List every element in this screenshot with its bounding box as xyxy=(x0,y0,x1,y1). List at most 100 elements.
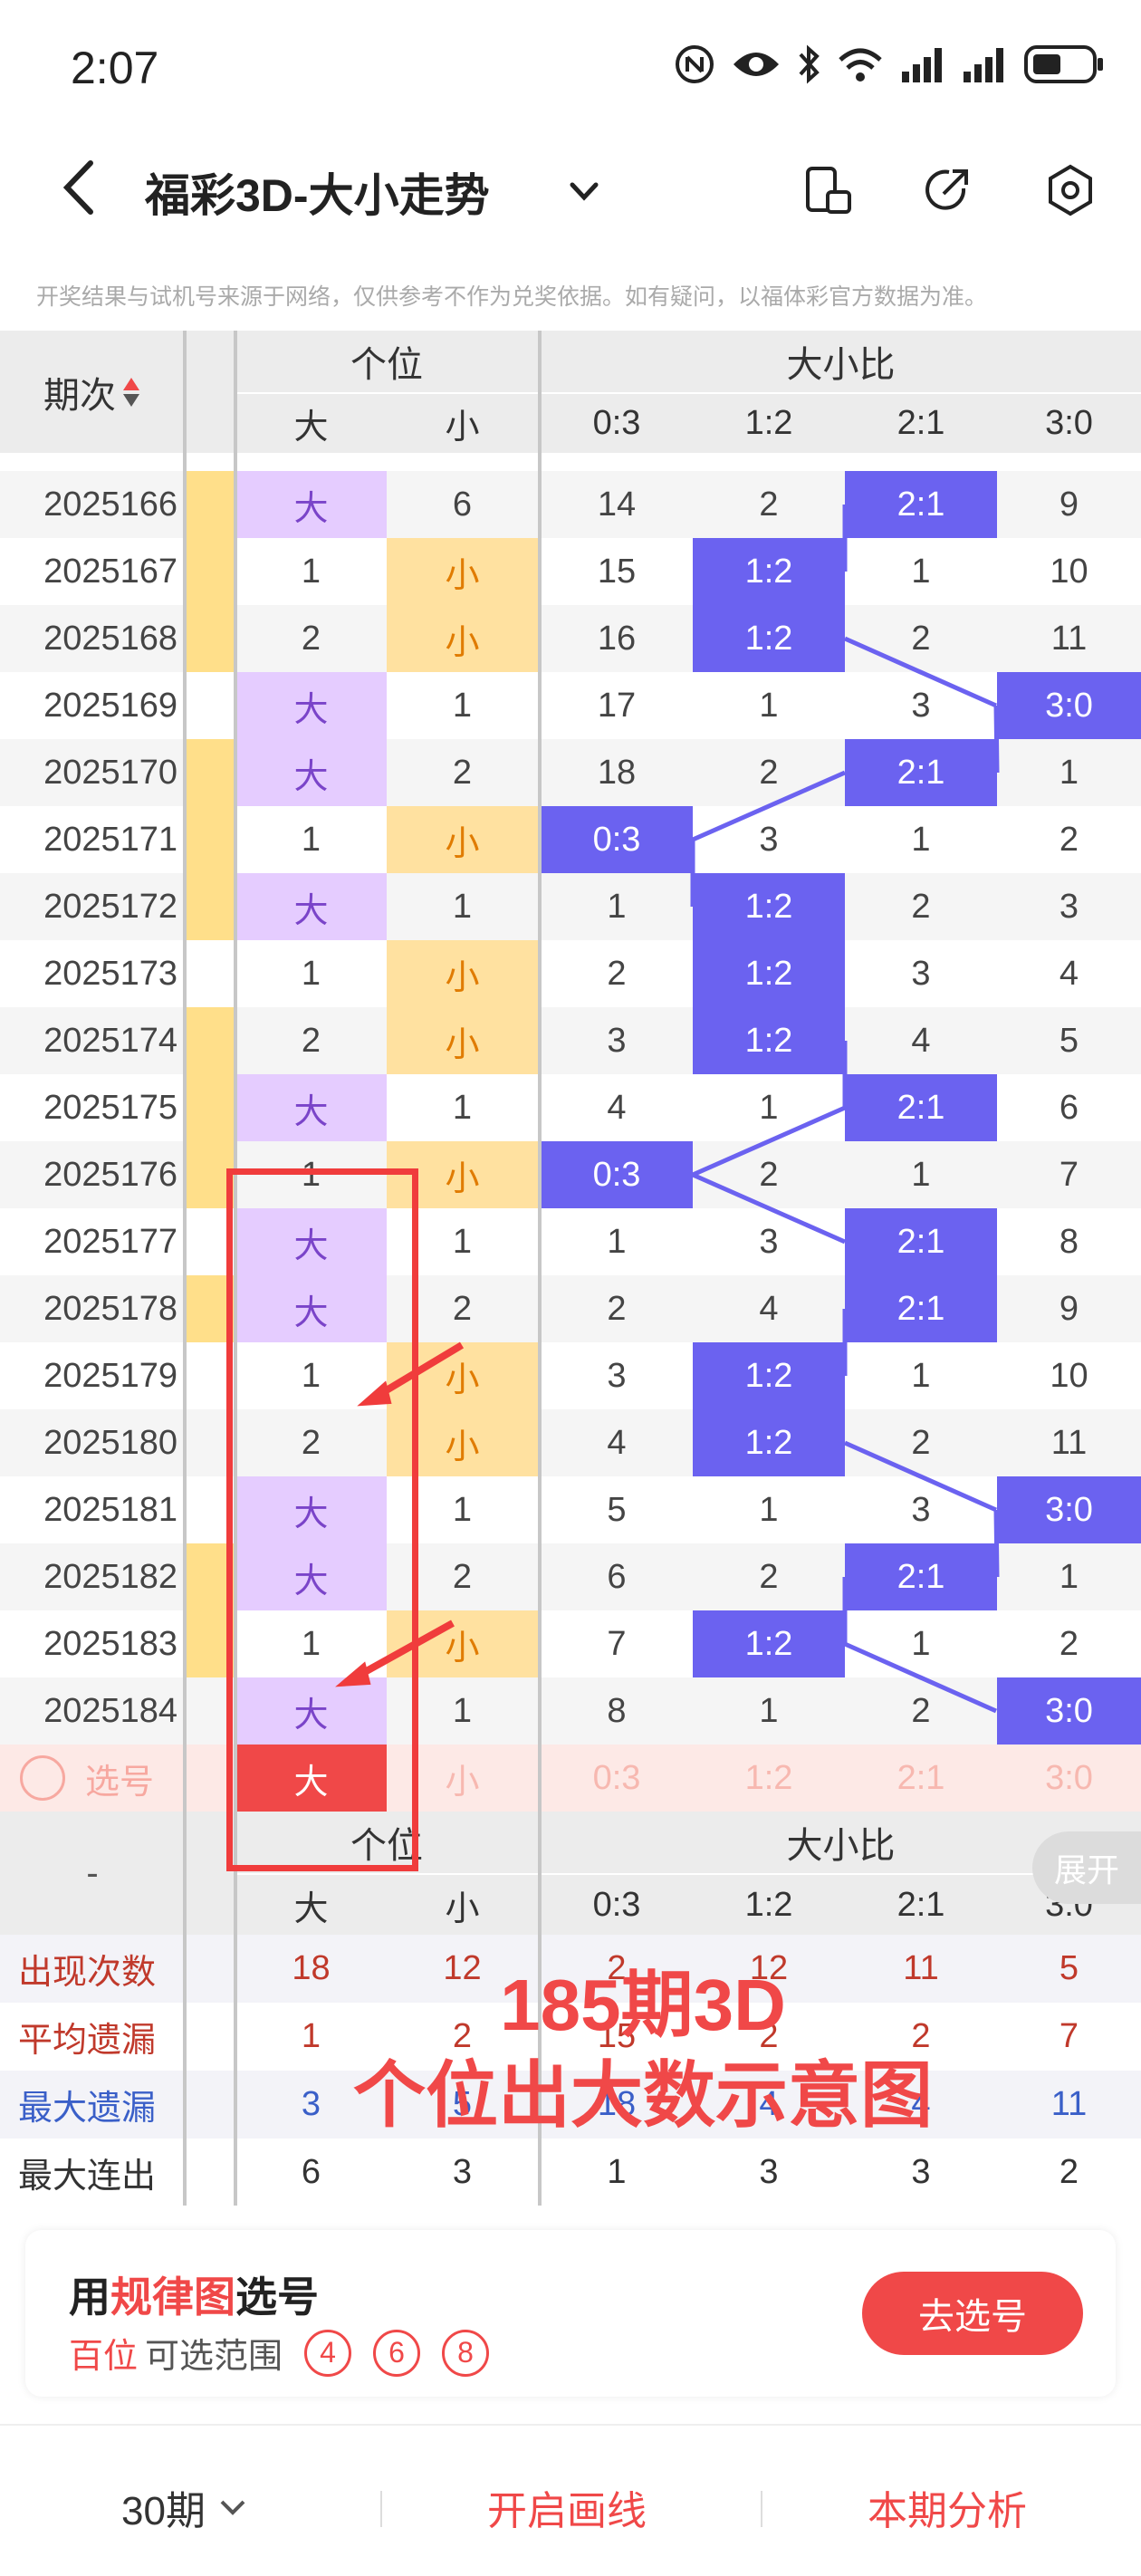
stats-col-2-1: 2:1 xyxy=(896,1885,945,1924)
ratio-cell: 2 xyxy=(911,1691,931,1730)
ratio-cell: 1 xyxy=(911,1624,931,1663)
marker-cell xyxy=(185,538,235,605)
small-cell: 1 xyxy=(452,1222,473,1261)
period-cell: 2025182 xyxy=(43,1557,177,1596)
big-cell: 大 xyxy=(235,1677,387,1745)
ratio-cell: 1 xyxy=(911,1356,931,1395)
sort-icon[interactable] xyxy=(121,374,141,410)
ratio-cell: 1:2 xyxy=(693,940,845,1007)
period-cell: 2025172 xyxy=(43,887,177,926)
app-header: 福彩3D-大小走势 xyxy=(0,136,1141,245)
bluetooth-icon xyxy=(797,43,820,85)
big-cell: 大 xyxy=(235,1476,387,1543)
select-3-0[interactable]: 3:0 xyxy=(997,1745,1141,1812)
ratio-cell: 3 xyxy=(911,1490,931,1529)
ratio-cell: 2 xyxy=(759,1557,779,1596)
select-0-3[interactable]: 0:3 xyxy=(541,1745,693,1812)
ratio-cell: 14 xyxy=(597,485,637,524)
ratio-cell: 1 xyxy=(759,1691,779,1730)
select-1-2[interactable]: 1:2 xyxy=(693,1745,845,1812)
table-row: 2025167 1 小 15 1:2 1 10 xyxy=(0,538,1141,605)
draw-lines-button[interactable]: 开启画线 xyxy=(487,2478,647,2536)
ratio-cell: 3 xyxy=(607,1021,627,1060)
ratio-cell: 15 xyxy=(597,552,637,591)
ratio-cell: 4 xyxy=(759,1289,779,1328)
col-header-2-1: 2:1 xyxy=(896,404,945,442)
ratio-cell: 2:1 xyxy=(845,1543,997,1610)
ratio-cell: 1 xyxy=(759,1490,779,1529)
period-cell: 2025179 xyxy=(43,1356,177,1395)
wifi-icon xyxy=(837,43,884,85)
go-select-button[interactable]: 去选号 xyxy=(862,2272,1083,2355)
table-row: 2025168 2 小 16 1:2 2 11 xyxy=(0,605,1141,672)
card-title-pre: 用 xyxy=(69,2273,110,2321)
period-cell: 2025174 xyxy=(43,1021,177,1060)
ratio-cell: 1 xyxy=(911,552,931,591)
col-header-1-2: 1:2 xyxy=(744,404,793,442)
rotate-screen-icon[interactable] xyxy=(801,163,855,217)
ratio-cell: 2 xyxy=(607,1289,627,1328)
signal-icon-2 xyxy=(962,43,1007,85)
ratio-cell: 2 xyxy=(911,1423,931,1462)
marker-cell xyxy=(185,1476,235,1543)
ratio-cell: 3 xyxy=(1059,887,1079,926)
big-cell: 1 xyxy=(301,1155,321,1194)
small-cell: 1 xyxy=(452,1088,473,1127)
analysis-button[interactable]: 本期分析 xyxy=(868,2478,1027,2536)
table-row: 2025169 大 1 17 1 3 3:0 xyxy=(0,672,1141,739)
ratio-cell: 3:0 xyxy=(997,672,1141,739)
period-cell: 2025178 xyxy=(43,1289,177,1328)
select-big[interactable]: 大 xyxy=(235,1745,387,1812)
select-small[interactable]: 小 xyxy=(387,1745,538,1812)
ratio-cell: 1:2 xyxy=(693,605,845,672)
big-cell: 大 xyxy=(235,471,387,538)
marker-cell xyxy=(185,806,235,873)
period-header[interactable]: 期次 xyxy=(0,331,185,453)
small-cell: 1 xyxy=(452,1691,473,1730)
stats-label: 最大遗漏 xyxy=(18,2090,157,2128)
small-cell: 小 xyxy=(387,1610,538,1677)
page-title[interactable]: 福彩3D-大小走势 xyxy=(145,159,490,225)
status-time: 2:07 xyxy=(71,43,159,93)
settings-icon[interactable] xyxy=(1043,163,1098,217)
table-row: 2025172 大 1 1 1:2 2 3 xyxy=(0,873,1141,940)
marker-cell xyxy=(185,1677,235,1745)
back-button[interactable] xyxy=(54,156,109,219)
signal-icon-1 xyxy=(900,43,945,85)
table-row: 2025176 1 小 0:3 2 1 7 xyxy=(0,1141,1141,1208)
small-cell: 1 xyxy=(452,1490,473,1529)
bottom-separator xyxy=(761,2491,762,2527)
expand-button[interactable]: 展开 xyxy=(1032,1831,1141,1904)
ratio-cell: 6 xyxy=(1059,1088,1079,1127)
table-row: 2025180 2 小 4 1:2 2 11 xyxy=(0,1409,1141,1476)
select-radio[interactable] xyxy=(20,1755,65,1801)
table-row: 2025173 1 小 2 1:2 3 4 xyxy=(0,940,1141,1007)
ratio-cell: 3 xyxy=(759,1222,779,1261)
stats-row: 最大连出 6 3 1 3 3 2 xyxy=(0,2139,1141,2206)
table-row: 2025182 大 2 6 2 2:1 1 xyxy=(0,1543,1141,1610)
ratio-cell: 17 xyxy=(597,686,637,725)
overlay-line-1: 185期3D xyxy=(500,1965,786,2045)
ratio-cell: 1:2 xyxy=(693,1409,845,1476)
share-icon[interactable] xyxy=(920,163,974,217)
small-cell: 小 xyxy=(387,806,538,873)
ratio-cell: 10 xyxy=(1050,1356,1088,1395)
small-cell: 小 xyxy=(387,1409,538,1476)
marker-cell xyxy=(185,605,235,672)
group-header-digit: 个位 xyxy=(350,345,423,385)
ratio-cell: 6 xyxy=(607,1557,627,1596)
chevron-down-icon[interactable] xyxy=(561,168,607,214)
ratio-cell: 4 xyxy=(911,1021,931,1060)
period-cell: 2025167 xyxy=(43,552,177,591)
stats-col-1-2: 1:2 xyxy=(744,1885,793,1924)
small-cell: 1 xyxy=(452,887,473,926)
small-cell: 小 xyxy=(387,940,538,1007)
ratio-cell: 1 xyxy=(607,1222,627,1261)
big-cell: 1 xyxy=(301,954,321,993)
select-2-1[interactable]: 2:1 xyxy=(845,1745,997,1812)
stats-value: 5 xyxy=(1059,1949,1079,1987)
ratio-cell: 16 xyxy=(597,619,637,658)
small-cell: 小 xyxy=(387,1141,538,1208)
periods-dropdown[interactable]: 30期 xyxy=(121,2478,251,2536)
big-cell: 大 xyxy=(235,1275,387,1342)
